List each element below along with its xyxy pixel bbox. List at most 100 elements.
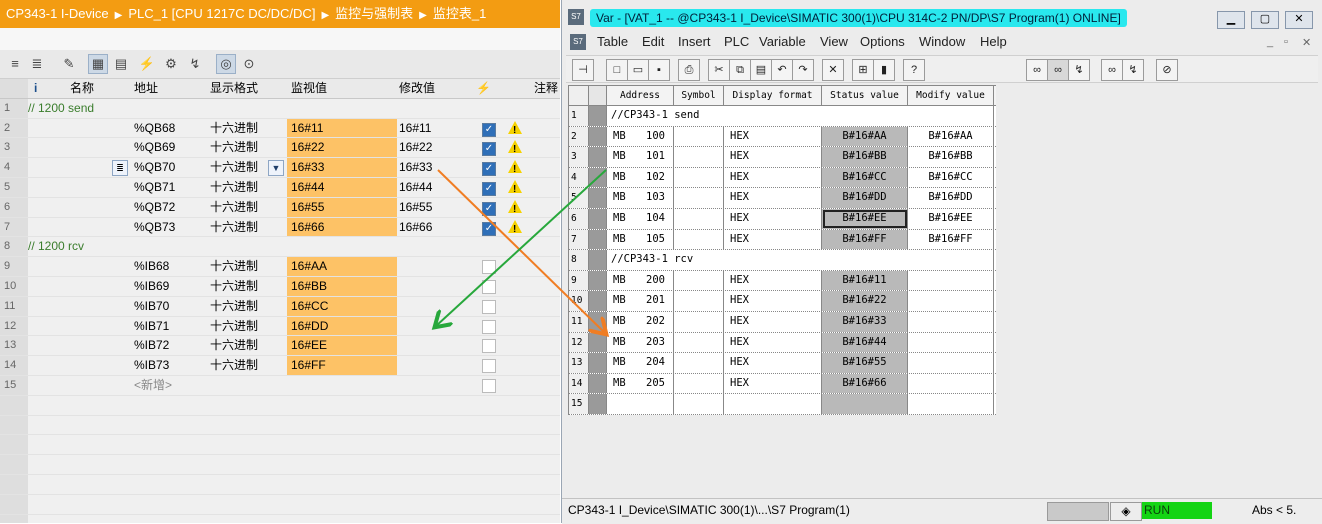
section-comment[interactable]: //CP343-1 send: [607, 106, 994, 126]
modify-value-cell[interactable]: 16#33: [396, 158, 471, 177]
force-icon[interactable]: ⊘: [1156, 59, 1178, 81]
address-cell[interactable]: %IB68: [134, 257, 204, 276]
address-cell[interactable]: %QB69: [134, 138, 204, 157]
symbol-cell[interactable]: [674, 373, 724, 394]
modify-checkbox-cell[interactable]: ✓: [472, 218, 500, 237]
modify-checkbox[interactable]: ✓: [482, 221, 496, 236]
modify-checkbox[interactable]: ✓: [482, 201, 496, 216]
row-selector[interactable]: [589, 332, 607, 353]
address-cell[interactable]: MB 102: [607, 167, 674, 188]
format-cell[interactable]: 十六进制: [206, 119, 288, 138]
table-row[interactable]: 7 %QB73 十六进制 16#66 16#66 ✓: [0, 217, 560, 238]
table-section-row[interactable]: 8// 1200 rcv: [0, 237, 560, 258]
modify-value-cell[interactable]: 16#55: [396, 198, 471, 217]
monitor-glasses-icon[interactable]: ◎: [216, 54, 236, 74]
display-format-cell[interactable]: HEX: [724, 311, 822, 332]
table-row[interactable]: 15 <新增>: [0, 375, 560, 396]
online-icon[interactable]: ⊞: [852, 59, 874, 81]
address-cell[interactable]: MB 101: [607, 147, 674, 167]
vat-row[interactable]: 3 MB 101 HEX B#16#BB B#16#BB: [569, 147, 996, 168]
name-cell[interactable]: [70, 257, 128, 276]
monitor-once-glasses-icon[interactable]: ⊙: [240, 55, 258, 73]
symbol-cell[interactable]: [674, 188, 724, 208]
vat-row[interactable]: 4 MB 102 HEX B#16#CC B#16#CC: [569, 167, 996, 189]
section-comment[interactable]: //CP343-1 rcv: [607, 250, 994, 270]
address-cell[interactable]: %QB68: [134, 119, 204, 138]
header-format[interactable]: 显示格式: [206, 79, 288, 98]
table-row[interactable]: 5 %QB71 十六进制 16#44 16#44 ✓: [0, 177, 560, 198]
address-cell[interactable]: %IB73: [134, 356, 204, 375]
symbol-cell[interactable]: [674, 311, 724, 332]
modify-checkbox-cell[interactable]: ✓: [472, 198, 500, 217]
menu-view[interactable]: View: [820, 34, 848, 49]
row-selector[interactable]: [589, 373, 607, 394]
section-comment[interactable]: // 1200 rcv: [28, 237, 528, 256]
modify-checkbox[interactable]: [482, 339, 496, 354]
address-cell[interactable]: MB 205: [607, 373, 674, 394]
address-cell[interactable]: %IB70: [134, 297, 204, 316]
table-row[interactable]: 6 %QB72 十六进制 16#55 16#55 ✓: [0, 197, 560, 218]
modify-value-cell[interactable]: B#16#BB: [908, 147, 994, 167]
format-cell[interactable]: 十六进制: [206, 138, 288, 157]
cut-icon[interactable]: ✂: [708, 59, 730, 81]
breadcrumb-item[interactable]: CP343-1 I-Device: [0, 0, 109, 28]
modify-value-cell[interactable]: 16#66: [396, 218, 471, 237]
doc-close-icon[interactable]: ✕: [1302, 36, 1311, 49]
name-cell[interactable]: [70, 317, 128, 336]
modify-checkbox-cell[interactable]: [472, 257, 500, 276]
monitor-all-icon[interactable]: ▦: [88, 54, 108, 74]
display-format-cell[interactable]: HEX: [724, 188, 822, 208]
menu-window[interactable]: Window: [919, 34, 965, 49]
header-display-format[interactable]: Display format: [724, 86, 822, 105]
display-format-cell[interactable]: HEX: [724, 332, 822, 353]
help-icon[interactable]: ?: [903, 59, 925, 81]
section-comment[interactable]: // 1200 send: [28, 99, 528, 118]
name-cell[interactable]: [70, 336, 128, 355]
address-cell[interactable]: MB 201: [607, 291, 674, 311]
name-cell[interactable]: [70, 218, 128, 237]
delete-icon[interactable]: ✕: [822, 59, 844, 81]
modify-trigger-icon[interactable]: ⚙: [162, 55, 180, 73]
breadcrumb-item[interactable]: 监控与强制表: [335, 0, 413, 28]
modify-value-cell[interactable]: [396, 317, 471, 336]
symbol-cell[interactable]: [674, 167, 724, 188]
menu-plc[interactable]: PLC: [724, 34, 749, 49]
format-cell[interactable]: 十六进制: [206, 356, 288, 375]
format-cell[interactable]: 十六进制: [206, 257, 288, 276]
modify-checkbox-cell[interactable]: [472, 277, 500, 296]
symbol-list-icon[interactable]: ≣: [112, 160, 128, 177]
symbol-cell[interactable]: [674, 147, 724, 167]
modify-value-cell[interactable]: B#16#EE: [908, 208, 994, 229]
format-cell[interactable]: 十六进制: [206, 178, 288, 197]
save-icon[interactable]: ▪: [648, 59, 670, 81]
modify-checkbox-cell[interactable]: [472, 336, 500, 355]
vat-row[interactable]: 11 MB 202 HEX B#16#33: [569, 311, 996, 333]
address-cell[interactable]: %QB70: [134, 158, 204, 177]
display-format-cell[interactable]: HEX: [724, 373, 822, 394]
modify-value-cell[interactable]: 16#11: [396, 119, 471, 138]
breadcrumb-item[interactable]: 监控表_1: [433, 0, 486, 28]
header-symbol[interactable]: Symbol: [674, 86, 724, 105]
address-cell[interactable]: %IB71: [134, 317, 204, 336]
modify-checkbox[interactable]: [482, 279, 496, 294]
new-icon[interactable]: □: [606, 59, 628, 81]
display-format-cell[interactable]: HEX: [724, 208, 822, 229]
symbol-cell[interactable]: [674, 353, 724, 373]
display-format-cell[interactable]: HEX: [724, 126, 822, 147]
row-selector[interactable]: [589, 311, 607, 332]
vat-row[interactable]: 14 MB 205 HEX B#16#66: [569, 373, 996, 395]
vat-row[interactable]: 15: [569, 394, 996, 415]
name-cell[interactable]: [70, 119, 128, 138]
name-cell[interactable]: [70, 297, 128, 316]
modify-value-cell[interactable]: B#16#DD: [908, 188, 994, 208]
print-icon[interactable]: ⎙: [678, 59, 700, 81]
row-selector[interactable]: [589, 167, 607, 188]
header-monitor[interactable]: 监视值: [287, 79, 397, 98]
address-cell[interactable]: %IB69: [134, 277, 204, 296]
header-modify[interactable]: 修改值: [396, 79, 471, 98]
display-format-cell[interactable]: [724, 394, 822, 414]
modify-value-cell[interactable]: B#16#FF: [908, 229, 994, 250]
display-format-cell[interactable]: HEX: [724, 167, 822, 188]
modify-value-cell[interactable]: [396, 356, 471, 375]
update-icon[interactable]: ∞: [1101, 59, 1123, 81]
